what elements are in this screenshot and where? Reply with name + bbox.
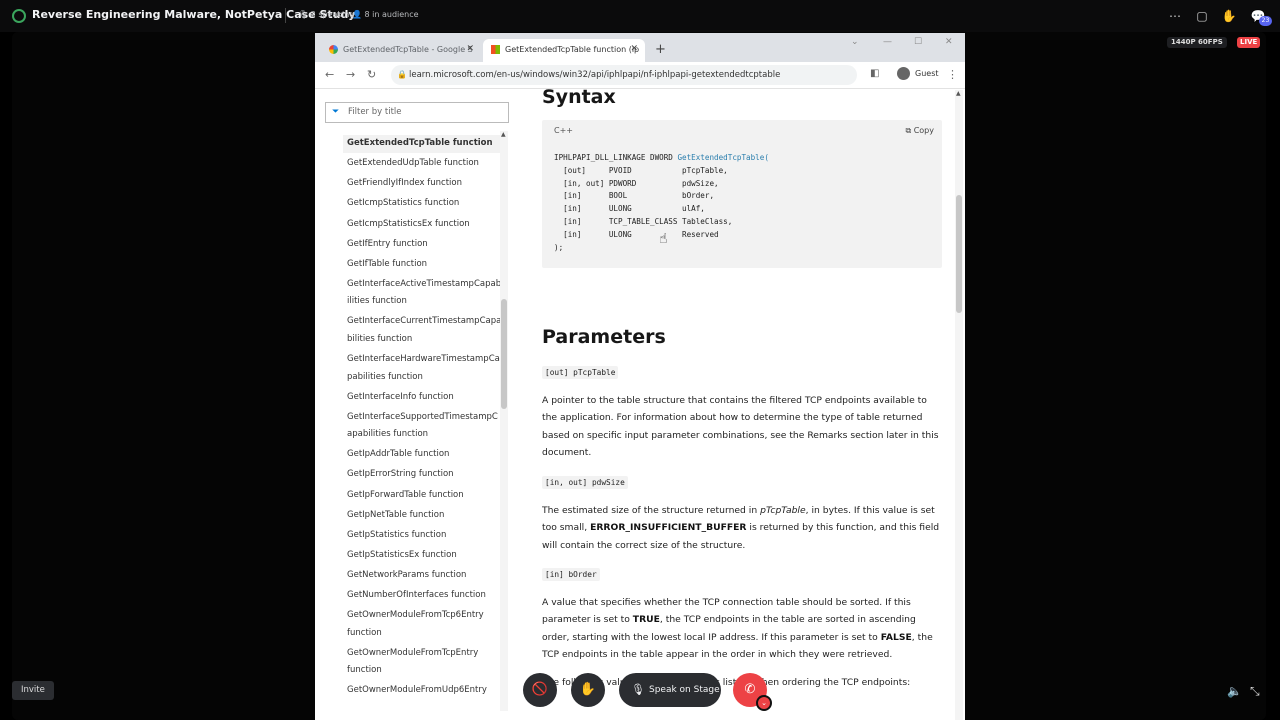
stream-quality-badge: 1440P 60FPS: [1167, 37, 1227, 48]
sidebar-item[interactable]: GetExtendedTcpTable function: [343, 135, 501, 153]
sidebar-item[interactable]: GetInterfaceSupportedTimestampC: [347, 409, 498, 427]
new-tab-icon[interactable]: +: [655, 42, 666, 57]
live-badge: LIVE: [1237, 37, 1261, 48]
chevron-down-icon[interactable]: ⌄: [851, 37, 859, 47]
param-name: [out] pTcpTable: [542, 366, 619, 379]
maximize-icon[interactable]: ☐: [914, 37, 922, 47]
speak-on-stage-button[interactable]: 🎙 Speak on Stage: [619, 673, 721, 707]
page-scroll-thumb[interactable]: [956, 195, 962, 313]
tab-strip: GetExtendedTcpTable - Google S ✕ GetExte…: [315, 33, 965, 62]
scroll-up-icon[interactable]: ▲: [501, 131, 506, 138]
filter-input[interactable]: ⏷ Filter by title: [325, 102, 509, 123]
back-icon[interactable]: ←: [325, 68, 334, 81]
sidebar-item[interactable]: GetOwnerModuleFromTcp6Entry: [347, 607, 497, 625]
stage-top-bar: Reverse Engineering Malware, NotPetya Ca…: [0, 0, 1280, 32]
sidebar-item[interactable]: apabilities function: [347, 426, 497, 444]
sidebar-item[interactable]: GetFriendlyIfIndex function: [347, 175, 497, 193]
sidebar-item[interactable]: GetIcmpStatistics function: [347, 195, 497, 213]
popout-icon[interactable]: ▢: [1194, 8, 1210, 24]
sidebar-item[interactable]: GetIpNetTable function: [347, 507, 497, 525]
profile-button[interactable]: Guest: [897, 66, 939, 82]
microsoft-icon: [491, 45, 500, 54]
scroll-up-icon[interactable]: ▲: [956, 90, 961, 97]
divider: [285, 8, 286, 23]
url-input[interactable]: 🔒 learn.microsoft.com/en-us/windows/win3…: [391, 65, 857, 85]
sidebar-item[interactable]: GetIpStatistics function: [347, 527, 497, 545]
sidebar-item[interactable]: GetInterfaceCurrentTimestampCapa: [347, 313, 501, 331]
sidepanel-icon[interactable]: ◧: [870, 68, 879, 79]
google-icon: [329, 45, 338, 54]
mute-toggle-icon[interactable]: 🚫: [523, 673, 557, 707]
sidebar-item[interactable]: GetNumberOfInterfaces function: [347, 587, 497, 605]
close-window-icon[interactable]: ✕: [945, 37, 953, 47]
sidebar-item[interactable]: function: [347, 662, 497, 680]
close-icon[interactable]: ✕: [630, 39, 638, 60]
filter-icon: ⏷: [332, 107, 340, 117]
sidebar-item[interactable]: GetIfEntry function: [347, 236, 497, 254]
copy-button[interactable]: ⧉ Copy: [905, 126, 934, 136]
sidebar-item[interactable]: function: [347, 625, 497, 643]
code-language: C++: [554, 126, 573, 135]
sidebar-item[interactable]: ilities function: [347, 293, 497, 311]
param-description: A pointer to the table structure that co…: [542, 395, 939, 459]
forward-icon[interactable]: →: [346, 68, 355, 81]
sidebar-item[interactable]: GetNetworkParams function: [347, 567, 497, 585]
volume-icon[interactable]: 🔈: [1227, 684, 1242, 698]
audience-count: 👤 8 in audience: [352, 10, 419, 19]
mic-icon: 🎙: [631, 683, 645, 696]
sidebar-scrollbar[interactable]: ▲: [500, 131, 508, 711]
invite-button[interactable]: Invite: [12, 681, 54, 700]
close-icon[interactable]: ✕: [466, 39, 474, 60]
sidebar-item[interactable]: GetOwnerModuleFromTcpEntry: [347, 645, 497, 663]
page-scrollbar[interactable]: ▲: [955, 90, 963, 720]
fullscreen-exit-icon[interactable]: ⤡: [1250, 684, 1260, 699]
param-description: The estimated size of the structure retu…: [542, 505, 940, 551]
address-bar: ← → ↻ 🔒 learn.microsoft.com/en-us/window…: [315, 62, 965, 89]
more-options-icon[interactable]: ⋯: [1167, 8, 1183, 24]
param-name: [in] bOrder: [542, 568, 600, 581]
cursor-hand-icon: ☝: [659, 231, 668, 247]
sidebar-item[interactable]: GetIpAddrTable function: [347, 446, 497, 464]
sidebar-item[interactable]: GetIcmpStatisticsEx function: [347, 216, 497, 234]
tab-msdoc[interactable]: GetExtendedTcpTable function (ip ✕: [483, 39, 645, 62]
sidebar-scroll-thumb[interactable]: [501, 299, 507, 409]
parameters-heading: Parameters: [542, 326, 666, 348]
sidebar-item[interactable]: GetInterfaceHardwareTimestampCa: [347, 351, 500, 369]
copy-icon: ⧉: [905, 126, 914, 135]
syntax-heading: Syntax: [542, 88, 616, 108]
mic-icon: 🎙: [298, 10, 311, 19]
code-block: C++ ⧉ Copy IPHLPAPI_DLL_LINKAGE DWORD Ge…: [542, 120, 942, 268]
toc-sidebar: GetBestRoute function GetExtendedTcpTable…: [315, 126, 515, 716]
minimize-icon[interactable]: —: [883, 37, 892, 47]
sidebar-item[interactable]: GetIpErrorString function: [347, 466, 497, 484]
sidebar-item[interactable]: GetInterfaceInfo function: [347, 389, 497, 407]
menu-kebab-icon[interactable]: ⋮: [947, 68, 958, 81]
stage-channel-icon: [12, 9, 26, 23]
sidebar-item[interactable]: GetInterfaceActiveTimestampCapab: [347, 276, 501, 294]
sidebar-item[interactable]: GetOwnerModuleFromUdp6Entry: [347, 682, 497, 700]
sidebar-item[interactable]: GetBestRoute function: [347, 126, 497, 133]
speaking-count: 🎙 2 speaking: [298, 10, 355, 19]
sidebar-item[interactable]: GetIpStatisticsEx function: [347, 547, 497, 565]
lock-icon: 🔒: [397, 70, 407, 79]
sidebar-item[interactable]: GetIfTable function: [347, 256, 497, 274]
chevron-down-icon[interactable]: ⌄: [756, 695, 772, 711]
tab-google-search[interactable]: GetExtendedTcpTable - Google S ✕: [321, 39, 481, 62]
param-name: [in, out] pdwSize: [542, 476, 628, 489]
raise-hand-icon[interactable]: ✋: [571, 673, 605, 707]
hand-icon[interactable]: ✋: [1221, 8, 1237, 24]
chat-badge: 23: [1259, 16, 1272, 26]
sidebar-item[interactable]: bilities function: [347, 331, 497, 349]
avatar: [897, 67, 910, 80]
doc-content: Syntax C++ ⧉ Copy IPHLPAPI_DLL_LINKAGE D…: [542, 88, 942, 720]
reload-icon[interactable]: ↻: [367, 68, 376, 81]
sidebar-item[interactable]: GetIpForwardTable function: [347, 487, 497, 505]
person-icon: 👤: [352, 10, 365, 19]
sidebar-item[interactable]: GetExtendedUdpTable function: [347, 155, 497, 173]
param-description: A value that specifies whether the TCP c…: [542, 597, 933, 661]
sidebar-item[interactable]: pabilities function: [347, 369, 497, 387]
browser-window: GetExtendedTcpTable - Google S ✕ GetExte…: [315, 33, 965, 720]
